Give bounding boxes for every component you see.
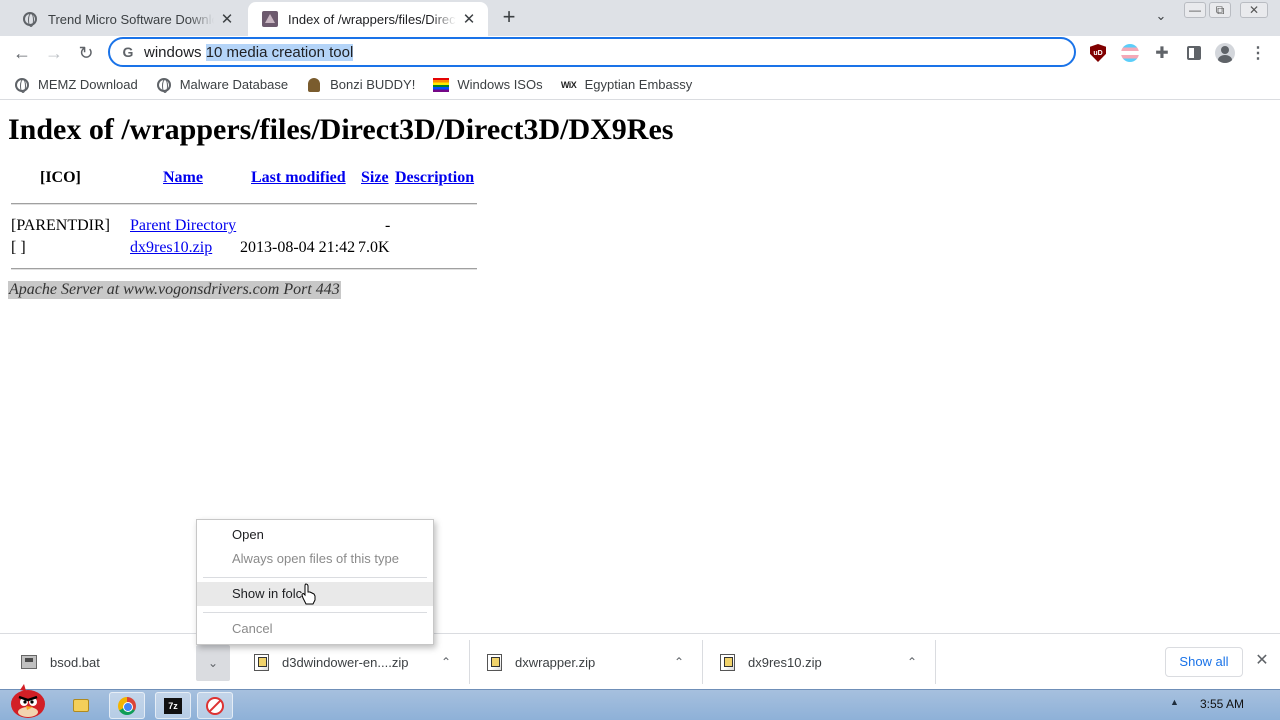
row-last-modified: 2013-08-04 21:42 (240, 239, 356, 256)
zip-file-icon (252, 653, 270, 671)
side-panel-icon[interactable] (1184, 43, 1204, 63)
download-filename: bsod.bat (50, 654, 100, 670)
globe-icon (22, 11, 38, 27)
tab-trend-micro[interactable]: Trend Micro Software Download ✕ (8, 2, 246, 36)
taskbar: 7z ▲ 3:55 AM (0, 684, 1280, 720)
close-window-button[interactable]: ✕ (1240, 2, 1268, 18)
download-shelf: bsod.bat ⌄ d3dwindower-en....zip ⌃ dxwra… (0, 633, 1280, 689)
globe-icon (14, 77, 30, 93)
omnibox-selected-text: 10 media creation tool (205, 43, 354, 61)
menu-item-always-open: Always open files of this type (232, 551, 399, 566)
clock[interactable]: 3:55 AM (1200, 697, 1244, 711)
zip-file-icon (485, 653, 503, 671)
close-tab-icon[interactable]: ✕ (218, 10, 236, 28)
puzzle-extensions-icon[interactable]: ✚ (1152, 43, 1172, 63)
restore-button[interactable]: ⧉ (1209, 2, 1231, 18)
zip-file-icon (718, 653, 736, 671)
profile-avatar-icon[interactable] (1215, 43, 1235, 63)
globe-icon (156, 77, 172, 93)
file-explorer-icon[interactable] (63, 692, 99, 719)
rainbow-flag-icon (433, 77, 450, 93)
ublock-origin-icon[interactable]: uD (1088, 43, 1108, 63)
bookmark-label: Windows ISOs (457, 77, 543, 92)
page-content: Index of /wrappers/files/Direct3D/Direct… (0, 101, 1280, 633)
close-tab-icon[interactable]: ✕ (460, 10, 478, 28)
header-description-link[interactable]: Description (395, 169, 474, 187)
row-size: - (385, 217, 391, 234)
divider (11, 268, 477, 270)
divider (935, 640, 936, 684)
header-last-modified-link[interactable]: Last modified (251, 169, 346, 187)
no-sign-app-icon[interactable] (197, 692, 233, 719)
divider (702, 640, 703, 684)
menu-item-cancel: Cancel (232, 621, 273, 636)
omnibox-text: windows (144, 43, 206, 61)
download-filename: d3dwindower-en....zip (282, 654, 409, 670)
menu-item-open[interactable]: Open (197, 523, 433, 547)
menu-separator (203, 612, 427, 613)
bookmark-label: Malware Database (179, 77, 289, 92)
download-item-dxwrapper[interactable]: dxwrapper.zip ⌃ (485, 634, 703, 690)
forward-button[interactable]: → (41, 40, 67, 66)
menu-separator (203, 577, 427, 578)
chevron-up-icon[interactable]: ⌃ (901, 651, 923, 673)
parent-directory-link[interactable]: Parent Directory (130, 217, 236, 235)
7zip-icon[interactable]: 7z (155, 692, 191, 719)
row-size: 7.0K (358, 239, 390, 256)
tray-expand-icon[interactable]: ▲ (1170, 697, 1179, 707)
page-title: Index of /wrappers/files/Direct3D/Direct… (8, 113, 674, 146)
wix-icon: WiX (560, 79, 577, 90)
tab-title: Index of /wrappers/files/Direct3D (288, 11, 456, 27)
google-icon: G (122, 44, 134, 60)
dx9res10-zip-link[interactable]: dx9res10.zip (130, 239, 212, 257)
bookmark-malware-database[interactable]: Malware Database (156, 77, 288, 93)
batch-file-icon (20, 653, 38, 671)
show-all-button[interactable]: Show all (1165, 647, 1243, 677)
chevron-up-icon[interactable]: ⌃ (668, 651, 690, 673)
chevron-up-icon[interactable]: ⌃ (435, 651, 457, 673)
kebab-menu-icon[interactable]: ⋮ (1248, 43, 1268, 63)
server-signature: Apache Server at www.vogonsdrivers.com P… (8, 281, 341, 299)
bookmarks-bar: MEMZ Download Malware Database Bonzi BUD… (0, 70, 1280, 100)
header-icon-placeholder: [ICO] (40, 169, 81, 186)
download-filename: dxwrapper.zip (515, 654, 596, 670)
file-icon-placeholder: [ ] (11, 239, 26, 256)
new-tab-button[interactable]: + (498, 6, 520, 29)
tab-index-of[interactable]: Index of /wrappers/files/Direct3D ✕ (248, 2, 488, 36)
download-context-menu: Open Always open files of this type Show… (196, 519, 434, 645)
tab-search-button[interactable]: ⌄ (1152, 8, 1170, 26)
bookmark-memz-download[interactable]: MEMZ Download (14, 77, 138, 93)
browser-toolbar: ← → ↻ G windows 10 media creation tool u… (0, 36, 1280, 70)
chevron-down-icon[interactable]: ⌄ (196, 645, 230, 681)
header-size-link[interactable]: Size (361, 169, 389, 187)
divider (469, 640, 470, 684)
flag-extension-icon[interactable] (1120, 43, 1140, 63)
close-shelf-icon[interactable]: ✕ (1252, 651, 1272, 671)
divider (11, 203, 477, 205)
header-name-link[interactable]: Name (163, 169, 203, 187)
bookmark-label: Egyptian Embassy (584, 77, 693, 92)
chrome-icon[interactable] (109, 692, 145, 719)
bookmark-label: Bonzi BUDDY! (330, 77, 416, 92)
download-filename: dx9res10.zip (748, 654, 822, 670)
bonzi-icon (306, 77, 322, 93)
minimize-button[interactable]: — (1184, 2, 1206, 18)
back-button[interactable]: ← (9, 40, 35, 66)
bookmark-bonzi-buddy[interactable]: Bonzi BUDDY! (306, 77, 415, 93)
download-item-dx9res10[interactable]: dx9res10.zip ⌃ (718, 634, 936, 690)
tab-title: Trend Micro Software Download (48, 11, 214, 27)
angry-bird-start-icon[interactable] (6, 680, 50, 720)
parentdir-icon-placeholder: [PARENTDIR] (11, 217, 110, 234)
bookmark-egyptian-embassy[interactable]: WiX Egyptian Embassy (560, 77, 693, 93)
site-favicon-icon (262, 11, 278, 27)
address-bar[interactable]: G windows 10 media creation tool (108, 37, 1076, 67)
bookmark-label: MEMZ Download (38, 77, 138, 92)
reload-button[interactable]: ↻ (73, 40, 99, 66)
bookmark-windows-isos[interactable]: Windows ISOs (433, 77, 543, 93)
tab-strip: Trend Micro Software Download ✕ Index of… (0, 0, 1280, 36)
hand-cursor-icon (301, 583, 316, 605)
